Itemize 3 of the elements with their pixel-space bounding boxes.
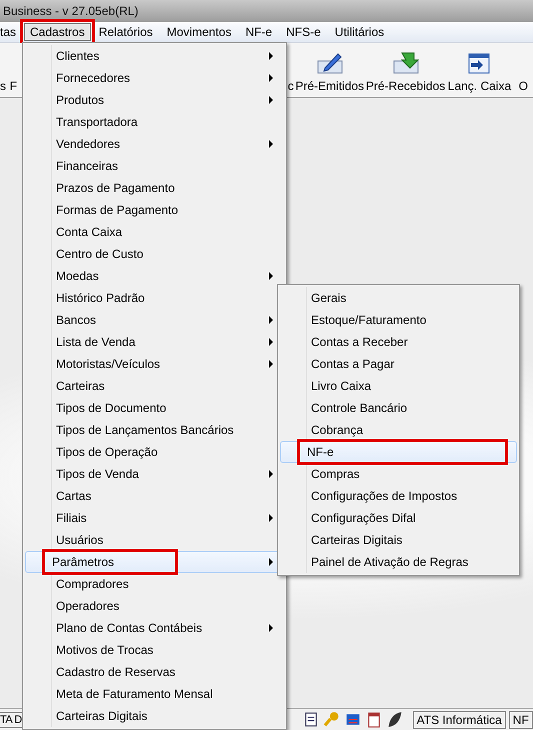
status-text: NF bbox=[508, 710, 533, 728]
window-title: Business - v 27.05eb(RL) bbox=[3, 4, 138, 18]
status-text: ATS Informática bbox=[412, 710, 506, 728]
